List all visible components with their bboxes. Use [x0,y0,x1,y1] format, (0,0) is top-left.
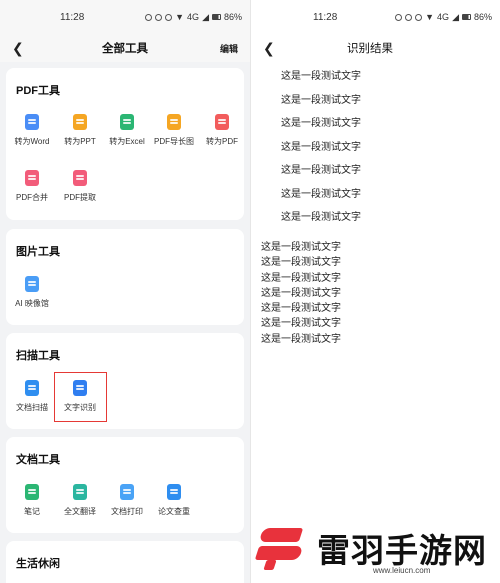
wifi-icon: ▼ [175,12,185,22]
signal-icon: ◢ [202,11,209,22]
result-line: 这是一段测试文字 [261,303,341,315]
battery-level: 86% [473,12,492,22]
section-title: 图片工具 [16,246,60,258]
tool-note[interactable]: 笔记 [8,484,56,517]
ppt-doc-icon [73,114,87,130]
eye-icon [405,13,413,21]
watermark-text: 雷羽手游网 [317,531,487,570]
doc-scan-icon [25,380,39,396]
status-bar: 11:28 ▼ 4G ◢ 86% [0,0,250,34]
ai-image-icon [25,276,39,292]
word-doc-icon [25,114,39,130]
result-line: 这是一段测试文字 [281,118,361,129]
status-icons: ▼ 4G ◢ 86% [145,12,242,23]
translate-icon [73,484,87,500]
tool-translate[interactable]: 全文翻译 [56,484,104,517]
vibrate-icon [165,13,173,21]
result-line: 这是一段测试文字 [261,257,341,269]
eye-icon [155,13,163,21]
signal-icon: ◢ [452,11,459,22]
tool-to-word[interactable]: 转为Word [8,114,56,147]
result-line: 这是一段测试文字 [281,141,361,153]
print-icon [120,484,134,500]
ocr-highlight-box [54,372,107,422]
result-line: 这是一段测试文字 [281,165,361,176]
ocr-result-plain: 这是一段测试文字 这是一段测试文字 这是一段测试文字 这是一段测试文字 这是一段… [261,240,341,347]
pdf-doc-icon [215,114,229,130]
wifi-icon: ▼ [425,12,435,22]
tool-paper-check[interactable]: 论文查重 [150,484,198,517]
result-line: 这是一段测试文字 [261,242,341,253]
status-bar: 11:28 ▼ 4G ◢ 86% [251,0,500,34]
tool-doc-scan[interactable]: 文档扫描 [8,380,56,413]
result-line: 这是一段测试文字 [281,71,361,82]
section-title: PDF工具 [16,85,60,97]
network-label: 4G [187,12,200,22]
result-line: 这是一段测试文字 [261,318,341,330]
status-time: 11:28 [60,11,85,23]
paper-check-icon [167,484,181,500]
section-title: 文档工具 [16,454,60,466]
tool-pdf-long-image[interactable]: PDF导长图 [150,114,198,147]
battery-icon [461,14,471,20]
result-line: 这是一段测试文字 [261,333,341,345]
watermark-url: www.leiucn.com [373,566,431,575]
vibrate-icon [415,13,423,21]
top-nav: ❮ 识别结果 [251,34,500,62]
tool-ai-image[interactable]: AI 映像馆 [8,276,56,309]
section-title: 扫描工具 [16,350,60,362]
page-title: 全部工具 [101,43,148,55]
all-tools-screen: 11:28 ▼ 4G ◢ 86% ❮ 全部工具 编辑 PDF工具 图片工具 扫描… [0,0,250,583]
section-title: 生活休闲 [16,558,60,570]
result-line: 这是一段测试文字 [281,94,361,106]
result-line: 这是一段测试文字 [261,272,341,284]
tool-to-excel[interactable]: 转为Excel [103,114,151,147]
result-line: 这是一段测试文字 [261,287,341,299]
life-tools-card: 生活休闲 [6,541,244,583]
status-time: 11:28 [313,11,338,23]
page-title: 识别结果 [347,43,393,55]
tool-pdf-merge[interactable]: PDF合并 [8,170,56,203]
pdf-extract-icon [73,170,87,186]
alarm-icon [145,13,153,21]
edit-button[interactable]: 编辑 [220,42,238,55]
back-arrow-icon[interactable]: ❮ [263,40,281,57]
result-line: 这是一段测试文字 [281,188,361,200]
long-image-icon [167,114,181,130]
alarm-icon [395,13,403,21]
battery-level: 86% [223,12,242,22]
tool-pdf-extract[interactable]: PDF提取 [56,170,104,203]
ocr-result-spaced: 这是一段测试文字 这是一段测试文字 这是一段测试文字 这是一段测试文字 这是一段… [281,70,361,235]
network-label: 4G [437,12,450,22]
tool-to-pdf[interactable]: 转为PDF [198,114,246,147]
battery-icon [211,14,221,20]
back-arrow-icon[interactable]: ❮ [12,40,30,57]
note-icon [25,484,39,500]
status-icons: ▼ 4G ◢ 86% [395,12,492,23]
site-watermark: 雷羽手游网 www.leiucn.com [254,520,495,580]
top-nav: ❮ 全部工具 编辑 [0,34,250,62]
result-line: 这是一段测试文字 [281,212,361,223]
watermark-logo-icon [254,522,311,574]
pdf-merge-icon [25,170,39,186]
tool-print[interactable]: 文档打印 [103,484,151,517]
excel-doc-icon [120,114,134,130]
ocr-result-screen: 11:28 ▼ 4G ◢ 86% ❮ 识别结果 这是一段测试文字 这是一段测试文… [250,0,500,583]
tool-to-ppt[interactable]: 转为PPT [56,114,104,147]
